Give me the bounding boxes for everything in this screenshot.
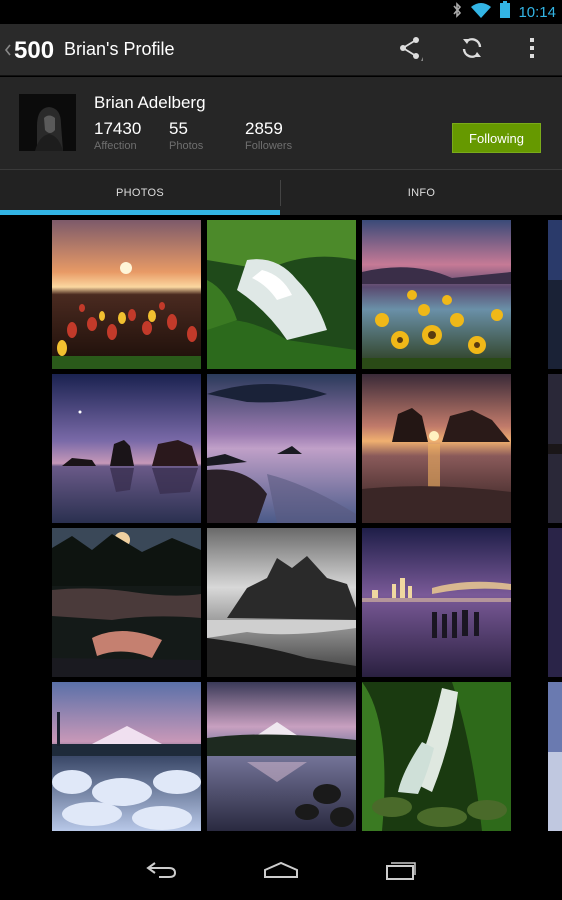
stat-label: Affection	[94, 140, 137, 152]
back-icon	[145, 861, 177, 884]
photo-tile[interactable]	[362, 682, 511, 831]
share-icon	[397, 35, 423, 66]
page-title: Brian's Profile	[64, 39, 175, 59]
app-logo[interactable]: 500	[14, 35, 60, 65]
photo-tile[interactable]	[52, 682, 201, 831]
home-icon	[263, 861, 299, 884]
stat-label: Followers	[245, 140, 293, 152]
tab-info[interactable]: INFO	[281, 170, 562, 216]
photo-tile-partial[interactable]	[548, 220, 562, 369]
home-button[interactable]	[251, 852, 311, 892]
stat-affection: 17430 Affection	[94, 119, 141, 152]
photo-tile[interactable]	[362, 374, 511, 523]
photo-tile[interactable]	[52, 220, 201, 369]
up-chevron-icon[interactable]	[3, 39, 13, 61]
tab-bar: PHOTOS INFO	[0, 169, 562, 215]
photo-tile-partial[interactable]	[548, 682, 562, 831]
photo-tile[interactable]	[207, 220, 356, 369]
recent-apps-button[interactable]	[371, 852, 431, 892]
stat-followers[interactable]: 2859 Followers	[245, 119, 292, 152]
photo-grid	[0, 215, 562, 840]
photo-tile[interactable]	[207, 374, 356, 523]
action-bar: 500 Brian's Profile	[0, 24, 562, 76]
photo-tile[interactable]	[207, 528, 356, 677]
back-button[interactable]	[131, 852, 191, 892]
following-button[interactable]: Following	[452, 123, 541, 153]
photo-tile[interactable]	[207, 682, 356, 831]
profile-name: Brian Adelberg	[94, 93, 206, 112]
photo-tile-partial[interactable]	[548, 528, 562, 677]
photo-tile[interactable]	[52, 374, 201, 523]
battery-icon	[500, 1, 511, 23]
overflow-menu-button[interactable]	[502, 24, 562, 76]
bluetooth-icon	[452, 1, 462, 23]
photo-tile[interactable]	[52, 528, 201, 677]
navigation-bar	[0, 840, 562, 900]
profile-header: Brian Adelberg 17430 Affection 55 Photos…	[0, 77, 562, 169]
svg-text:500: 500	[14, 37, 54, 64]
status-time: 10:14	[518, 3, 556, 21]
stat-value: 55	[169, 119, 188, 138]
photo-tile[interactable]	[362, 528, 511, 677]
stat-value: 17430	[94, 119, 142, 138]
recent-apps-icon	[385, 860, 417, 885]
refresh-button[interactable]	[442, 24, 502, 76]
photo-tile[interactable]	[362, 220, 511, 369]
stat-value: 2859	[245, 119, 283, 138]
stat-label: Photos	[169, 140, 204, 152]
refresh-icon	[460, 36, 484, 65]
photo-tile-partial[interactable]	[548, 374, 562, 523]
avatar[interactable]	[19, 94, 76, 151]
wifi-icon	[470, 2, 492, 23]
status-bar: 10:14	[0, 0, 562, 24]
overflow-menu-icon	[529, 37, 535, 64]
stat-photos: 55 Photos	[169, 119, 203, 152]
share-button[interactable]	[380, 24, 440, 76]
